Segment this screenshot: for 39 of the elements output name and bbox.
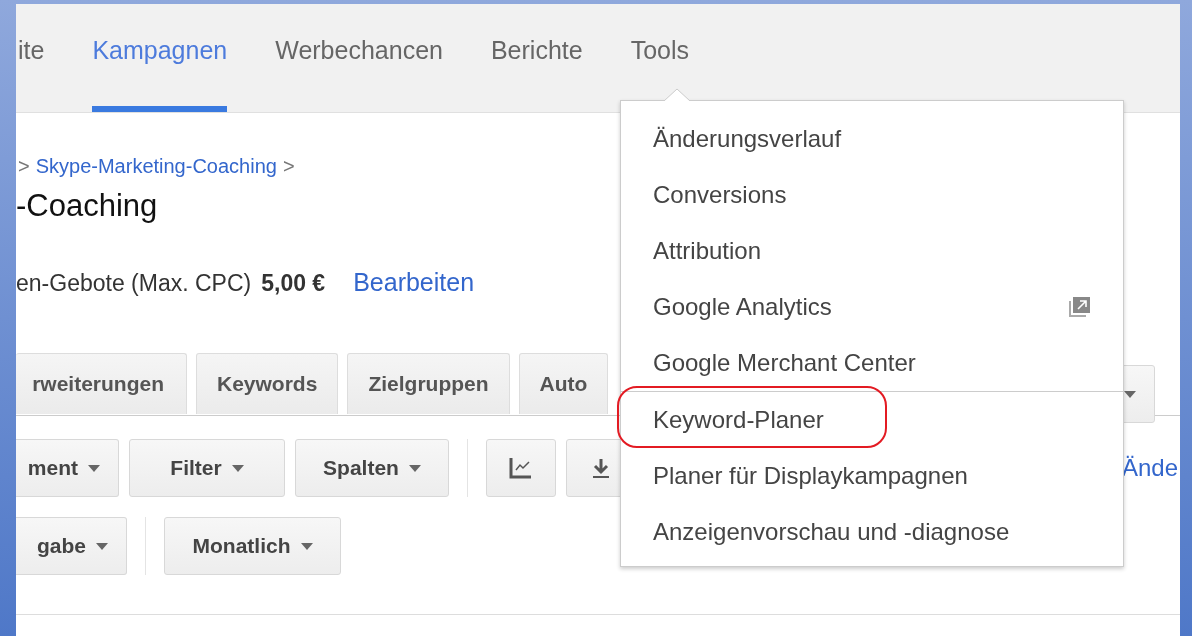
caret-icon xyxy=(88,464,100,472)
breadcrumb-link[interactable]: Skype-Marketing-Coaching xyxy=(35,155,277,178)
dropdown-button[interactable]: ment xyxy=(16,439,119,497)
dropdown-button[interactable]: gabe xyxy=(16,517,127,575)
view-tab[interactable]: Keywords xyxy=(196,353,339,414)
breadcrumb-separator: > xyxy=(282,155,295,178)
dropdown-button[interactable]: Filter xyxy=(129,439,285,497)
dropdown-button[interactable]: Spalten xyxy=(295,439,449,497)
view-tab[interactable]: rweiterungen xyxy=(16,353,187,414)
caret-icon xyxy=(231,464,244,472)
caret-icon xyxy=(96,542,108,550)
caret-icon xyxy=(300,542,313,550)
view-tab[interactable]: Auto xyxy=(518,353,609,414)
menu-item[interactable]: Keyword-Planer xyxy=(621,391,1123,448)
menu-item[interactable]: Attribution xyxy=(621,223,1123,279)
bid-label: en-Gebote (Max. CPC) xyxy=(16,270,252,297)
chart-button[interactable] xyxy=(486,439,556,497)
toolbar-link[interactable]: Ände xyxy=(1121,454,1178,482)
dropdown-button[interactable]: Monatlich xyxy=(164,517,341,575)
bid-value: 5,00 € xyxy=(261,270,326,297)
menu-item[interactable]: Anzeigenvorschau und -diagnose xyxy=(621,504,1123,560)
menu-item[interactable]: Conversions xyxy=(621,167,1123,223)
line-chart-icon xyxy=(509,457,533,479)
nav-tab[interactable]: Berichte xyxy=(490,4,583,112)
menu-item[interactable]: Planer für Displaykampagnen xyxy=(621,448,1123,504)
caret-icon xyxy=(1124,390,1136,398)
page-title: -Coaching xyxy=(16,188,158,224)
nav-tab[interactable]: Werbechancen xyxy=(275,4,443,112)
caret-icon xyxy=(408,464,421,472)
nav-tab[interactable]: ite xyxy=(18,4,45,112)
breadcrumb-separator: > xyxy=(18,155,30,178)
view-tab[interactable]: Zielgruppen xyxy=(347,353,510,414)
menu-item[interactable]: Google Merchant Center xyxy=(621,335,1123,391)
external-link-icon xyxy=(1069,297,1091,317)
nav-tab[interactable]: Kampagnen xyxy=(92,4,228,112)
menu-item[interactable]: Google Analytics xyxy=(621,279,1123,335)
edit-link[interactable]: Bearbeiten xyxy=(353,268,475,297)
menu-item[interactable]: Änderungsverlauf xyxy=(621,111,1123,167)
download-icon xyxy=(591,457,611,479)
